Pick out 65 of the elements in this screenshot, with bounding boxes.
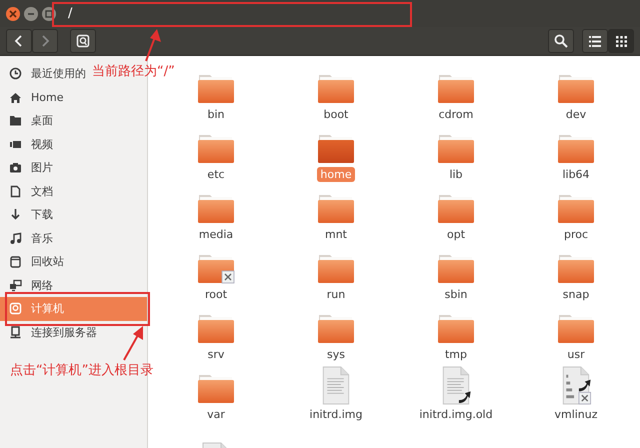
file-name[interactable]: tmp [442, 347, 470, 362]
file-name[interactable]: lib [446, 167, 466, 182]
drive-crumb-button[interactable] [70, 29, 96, 53]
close-button[interactable] [6, 6, 20, 20]
minimize-button[interactable] [24, 6, 38, 20]
sidebar-item[interactable]: 网络 [0, 274, 57, 297]
file-name[interactable]: sbin [442, 287, 470, 302]
file-name[interactable]: root [202, 287, 230, 302]
file-name[interactable]: cdrom [436, 107, 476, 122]
file-name[interactable]: media [196, 227, 236, 242]
sidebar-item[interactable]: Home [0, 86, 68, 109]
network-icon [9, 278, 22, 292]
annotation-text: 点击“计算机”进入根目录 [10, 362, 154, 379]
sidebar-item[interactable]: 音乐 [0, 226, 57, 250]
document-icon [9, 184, 22, 198]
file-name[interactable]: run [324, 287, 348, 302]
file-name[interactable]: etc [204, 167, 228, 182]
file-name[interactable]: usr [564, 347, 588, 362]
location-field[interactable]: / [64, 6, 408, 21]
sidebar-item[interactable]: 下载 [0, 203, 57, 226]
file-name[interactable]: snap [560, 287, 592, 302]
house-icon [9, 90, 22, 104]
download-icon [9, 208, 22, 222]
sidebar-item[interactable]: 连接到服务器 [0, 320, 101, 344]
file-name[interactable]: opt [444, 227, 468, 242]
trash-icon [9, 255, 22, 268]
sidebar-item[interactable]: 回收站 [0, 250, 68, 274]
sidebar-item[interactable]: 桌面 [0, 109, 57, 132]
folder-icon [9, 114, 22, 128]
grid-view-button[interactable] [608, 29, 634, 53]
server-icon [9, 326, 22, 339]
file-name[interactable]: boot [320, 107, 352, 122]
annotation-arrow [122, 325, 146, 361]
chevron-left-icon [14, 35, 24, 47]
file-name[interactable]: proc [560, 227, 592, 242]
back-button[interactable] [6, 29, 32, 53]
file-name[interactable]: initrd.img.old [416, 407, 496, 422]
drive-icon [9, 302, 22, 316]
file-name[interactable]: srv [204, 347, 228, 362]
list-icon [589, 36, 601, 46]
file-name[interactable]: dev [562, 107, 590, 122]
camera-icon [9, 161, 22, 174]
search-button[interactable] [548, 29, 574, 53]
chevron-right-icon [40, 35, 50, 47]
search-icon [554, 34, 568, 48]
sidebar-item[interactable]: 文档 [0, 180, 57, 203]
sidebar-item[interactable]: 图片 [0, 156, 57, 180]
sidebar-item[interactable]: 视频 [0, 132, 57, 156]
annotation-text: 当前路径为“/” [92, 63, 175, 80]
grid-icon [616, 36, 626, 46]
music-icon [9, 232, 22, 245]
close-icon [9, 10, 17, 18]
drive-icon [76, 34, 90, 48]
clock-icon [9, 67, 22, 80]
file-name[interactable]: sys [324, 347, 348, 362]
list-view-button[interactable] [582, 29, 608, 53]
file-name[interactable]: vmlinuz [551, 407, 601, 422]
file-name[interactable]: var [204, 407, 228, 422]
sidebar-item[interactable]: 最近使用的 [0, 62, 90, 86]
maximize-icon [45, 10, 53, 18]
file-name[interactable]: initrd.img [306, 407, 366, 422]
annotation-arrow [143, 28, 163, 62]
file-name[interactable]: bin [204, 107, 228, 122]
file-name[interactable]: lib64 [559, 167, 593, 182]
file-name[interactable]: mnt [322, 227, 350, 242]
